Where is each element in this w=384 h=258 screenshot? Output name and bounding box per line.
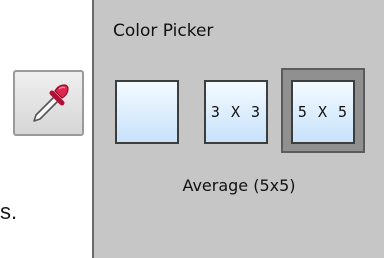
sample-5x5-button[interactable]: 5 X 5 (291, 80, 355, 144)
panel-title: Color Picker (113, 21, 214, 41)
sample-average-label: Average (5x5) (182, 176, 296, 195)
document-area: s. (0, 0, 92, 258)
eyedropper-button[interactable] (13, 70, 84, 136)
document-text-fragment: s. (0, 199, 18, 224)
sample-3x3-button[interactable]: 3 X 3 (204, 80, 268, 144)
sample-1x1-button[interactable] (115, 80, 179, 144)
color-picker-panel: Color Picker 3 X 3 5 X 5 Average (5x5) (92, 0, 384, 258)
eyedropper-icon (32, 84, 69, 122)
